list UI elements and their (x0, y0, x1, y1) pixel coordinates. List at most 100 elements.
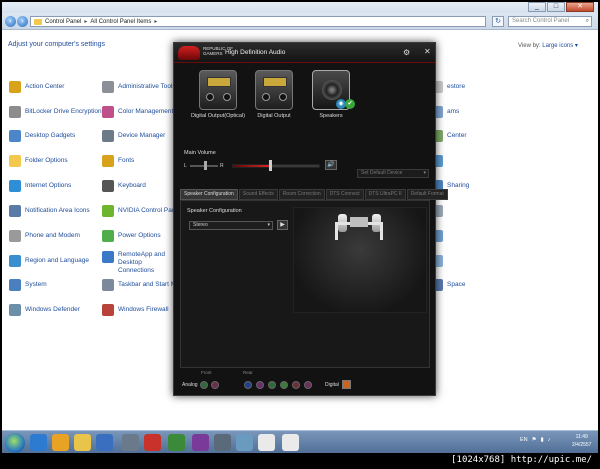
tab-sound-effects[interactable]: Sound Effects (238, 189, 278, 200)
taskbar: EN ⚑ ▮ ♪ 11:49 2/4/2557 (2, 430, 598, 454)
tab-dts-connect[interactable]: DTS Connect (325, 189, 364, 200)
utorrent-icon[interactable] (192, 434, 209, 451)
speaker-config-select[interactable]: Stereo ▾ (189, 221, 273, 230)
back-arrow-icon[interactable]: ‹ (5, 16, 16, 27)
view-by-dropdown[interactable]: Large icons ▾ (542, 43, 578, 49)
start-button-icon[interactable] (5, 433, 25, 453)
cp-item-fonts[interactable]: Fonts (102, 155, 134, 167)
main-volume-label: Main Volume (184, 150, 216, 156)
app-icon[interactable] (282, 434, 299, 451)
device-digital-optical[interactable]: Digital Output(Optical) (190, 70, 246, 119)
digital-output-icon (199, 70, 237, 110)
dial-icon (223, 93, 231, 101)
mute-speaker-icon[interactable]: 🔊 (325, 160, 337, 170)
address-bar[interactable]: Control Panel ▸ All Control Panel Items … (30, 16, 486, 27)
tab-speaker-configuration[interactable]: Speaker Configuration (180, 189, 238, 200)
front-label: Front (201, 370, 212, 375)
network-app-icon[interactable] (122, 434, 139, 451)
cp-item-partial[interactable]: estore (431, 81, 465, 93)
tab-room-correction[interactable]: Room Correction (278, 189, 325, 200)
cp-item-label: Administrative Tools (118, 83, 176, 90)
search-input[interactable]: Search Control Panel ⌕ (508, 16, 592, 27)
cp-item-keyboard[interactable]: Keyboard (102, 180, 146, 192)
front-jack-icon[interactable] (211, 381, 219, 389)
cp-item-administrative-tools[interactable]: Administrative Tools (102, 81, 176, 93)
cp-item-color-management[interactable]: Color Management (102, 106, 173, 118)
language-indicator[interactable]: EN (520, 437, 528, 443)
window-titlebar: _ □ ✕ (2, 2, 598, 13)
cp-item-phone-and-modem[interactable]: Phone and Modem (9, 230, 80, 242)
cp-item-region-and-language[interactable]: Region and Language (9, 255, 89, 267)
rog-titlebar: REPUBLIC OF GAMERS High Definition Audio… (174, 43, 435, 63)
cp-item-partial[interactable]: Center (431, 130, 467, 142)
play-test-icon[interactable]: ▶ (277, 220, 288, 230)
balance-slider-knob[interactable] (204, 161, 207, 170)
flag-icon[interactable]: ⚑ (532, 437, 537, 443)
cp-item-label: Sharing (447, 182, 470, 189)
app-icon[interactable] (214, 434, 231, 451)
rear-jack-icon[interactable] (268, 381, 276, 389)
front-jack-icon[interactable] (200, 381, 208, 389)
breadcrumb-control-panel[interactable]: Control Panel (45, 19, 81, 25)
speaker-stage-illustration (293, 207, 427, 313)
control-panel-taskbar-icon[interactable] (258, 434, 275, 451)
rear-jack-icon[interactable] (292, 381, 300, 389)
digital-port-icon[interactable] (342, 380, 351, 389)
breadcrumb-all-items[interactable]: All Control Panel Items (90, 19, 151, 25)
cp-item-notification-area-icons[interactable]: Notification Area Icons (9, 205, 90, 217)
cp-item-label: Notification Area Icons (25, 207, 90, 214)
search-placeholder: Search Control Panel (512, 18, 570, 24)
cp-item-system[interactable]: System (9, 279, 47, 291)
taskbar-icon (102, 279, 114, 291)
cp-item-remoteapp[interactable]: RemoteApp and Desktop Connections (102, 251, 178, 275)
cp-item-label: Internet Options (25, 182, 72, 189)
cp-item-partial[interactable]: Space (431, 279, 465, 291)
close-icon[interactable]: ✕ (424, 47, 431, 56)
cp-item-folder-options[interactable]: Folder Options (9, 155, 68, 167)
refresh-icon[interactable]: ↻ (492, 16, 504, 27)
tab-default-format[interactable]: Default Format (406, 189, 448, 200)
explorer-icon[interactable] (74, 434, 91, 451)
rear-jack-icon[interactable] (304, 381, 312, 389)
cp-item-label: Folder Options (25, 157, 68, 164)
maximize-button[interactable]: □ (547, 2, 565, 12)
cp-item-desktop-gadgets[interactable]: Desktop Gadgets (9, 130, 75, 142)
power-options-icon (102, 230, 114, 242)
device-speakers[interactable]: ◉ ✔ Speakers (303, 70, 359, 119)
close-button[interactable]: ✕ (566, 2, 594, 12)
network-icon[interactable]: ▮ (541, 437, 544, 443)
rog-taskbar-icon[interactable] (168, 434, 185, 451)
balance-left-label: L (184, 163, 187, 169)
control-panel-icon (34, 18, 42, 25)
cp-item-power-options[interactable]: Power Options (102, 230, 161, 242)
cp-item-action-center[interactable]: Action Center (9, 81, 64, 93)
media-player-icon[interactable] (96, 434, 113, 451)
cp-item-nvidia-control-panel[interactable]: NVIDIA Control Panel (102, 205, 181, 217)
cp-item-windows-firewall[interactable]: Windows Firewall (102, 304, 169, 316)
cp-item-label: Action Center (25, 83, 65, 90)
video-app-icon[interactable] (236, 434, 253, 451)
rear-jack-icon[interactable] (256, 381, 264, 389)
rear-jack-icon[interactable] (280, 381, 288, 389)
gear-icon[interactable]: ⚙ (403, 48, 410, 57)
set-default-device-dropdown[interactable]: Set Default Device ▾ (357, 169, 429, 178)
cp-item-bitlocker[interactable]: BitLocker Drive Encryption (9, 106, 102, 118)
volume-slider-knob[interactable] (269, 160, 272, 171)
chrome-icon[interactable] (52, 434, 69, 451)
cp-item-windows-defender[interactable]: Windows Defender (9, 304, 80, 316)
dial-icon (206, 93, 214, 101)
cp-item-label: Phone and Modem (25, 232, 80, 239)
system-clock[interactable]: 11:49 2/4/2557 (572, 433, 591, 449)
keyboard-icon (102, 180, 114, 192)
minimize-button[interactable]: _ (528, 2, 546, 12)
forward-arrow-icon[interactable]: › (17, 16, 28, 27)
ie-icon[interactable] (30, 434, 47, 451)
app-icon[interactable] (144, 434, 161, 451)
rear-jack-icon[interactable] (244, 381, 252, 389)
cp-item-internet-options[interactable]: Internet Options (9, 180, 71, 192)
tab-dts-ultrapc[interactable]: DTS UltraPC II (364, 189, 406, 200)
device-digital-output[interactable]: Digital Output (246, 70, 302, 119)
volume-slider-track[interactable] (232, 164, 320, 168)
volume-icon[interactable]: ♪ (548, 437, 551, 443)
cp-item-device-manager[interactable]: Device Manager (102, 130, 165, 142)
